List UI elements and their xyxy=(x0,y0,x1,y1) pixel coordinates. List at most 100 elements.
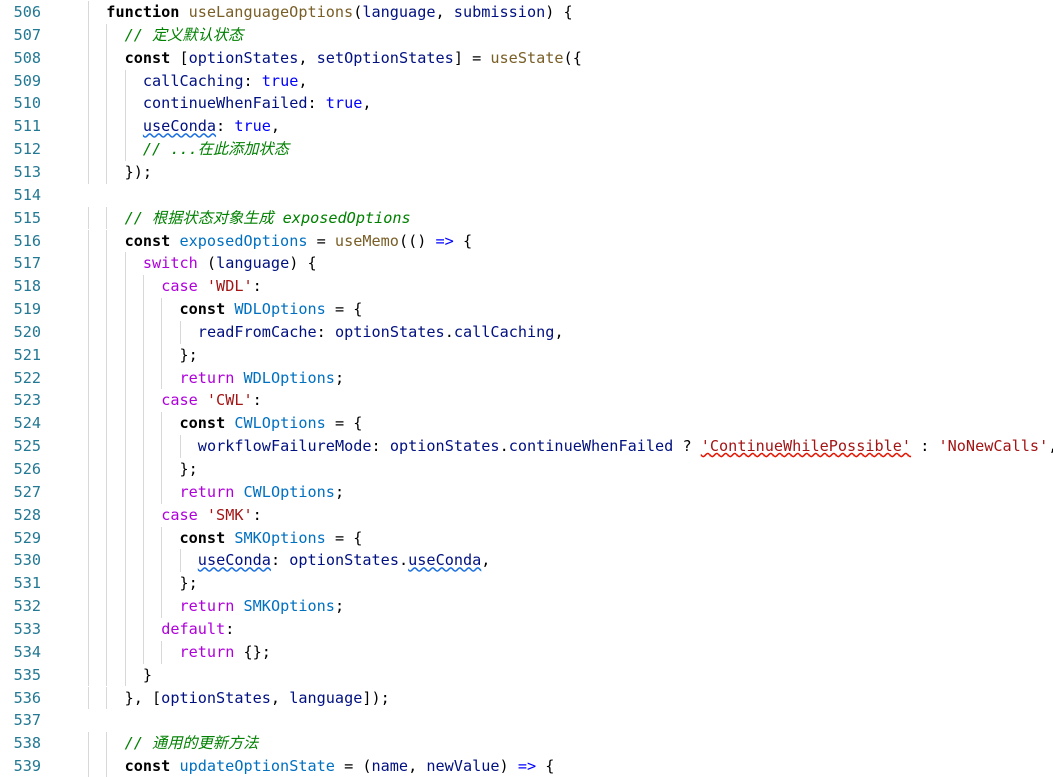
code-line[interactable]: function useLanguageOptions(language, su… xyxy=(106,1,572,24)
code-token: }; xyxy=(179,460,198,478)
code-token: SMKOptions xyxy=(234,528,326,547)
code-token: // ...在此添加状态 xyxy=(142,140,289,159)
code-token: => xyxy=(435,231,454,250)
code-line[interactable]: // 通用的更新方法 xyxy=(125,732,259,755)
code-line[interactable]: const [optionStates, setOptionStates] = … xyxy=(125,47,582,70)
indent-guide xyxy=(161,412,163,436)
code-token: optionStates xyxy=(334,322,445,341)
indent-guide xyxy=(88,572,89,596)
code-token: // 定义默认状态 xyxy=(124,25,244,44)
code-line[interactable]: }, [optionStates, language]); xyxy=(125,687,390,710)
code-token: ({ xyxy=(563,48,582,67)
code-token: SMKOptions xyxy=(243,597,335,616)
code-line[interactable]: return SMKOptions; xyxy=(180,595,345,618)
code-editor[interactable]: 506 507 508 509 510 511 512 513 514 515 516 517 518 5… xyxy=(0,0,1053,777)
indent-guide xyxy=(161,640,163,664)
line-number: 520 xyxy=(13,322,41,341)
code-line[interactable]: case 'SMK': xyxy=(161,504,262,527)
code-token: setOptionStates xyxy=(316,48,454,67)
code-line[interactable]: }; xyxy=(180,458,198,481)
code-line[interactable]: const CWLOptions = { xyxy=(180,412,363,435)
code-line[interactable]: }; xyxy=(180,572,198,595)
line-number: 532 xyxy=(13,597,41,616)
code-line[interactable]: // 根据状态对象生成 exposedOptions xyxy=(125,207,411,230)
indent-guide xyxy=(124,366,126,390)
indent-guide xyxy=(106,366,108,390)
code-token: optionStates xyxy=(389,437,500,456)
code-token: , xyxy=(435,3,454,21)
code-line[interactable]: const updateOptionState = (name, newValu… xyxy=(125,755,555,777)
code-token: ]); xyxy=(362,688,390,707)
code-token: ; xyxy=(334,482,345,501)
code-line[interactable]: case 'CWL': xyxy=(161,389,262,412)
indent-guide xyxy=(106,252,108,276)
indent-guide xyxy=(124,435,126,458)
indent-guide xyxy=(106,572,108,596)
code-area[interactable]: function useLanguageOptions(language, su… xyxy=(70,0,1053,777)
indent-guide xyxy=(161,343,163,367)
code-line[interactable]: return CWLOptions; xyxy=(180,481,345,504)
code-line[interactable]: switch (language) { xyxy=(143,252,317,275)
code-token: return xyxy=(179,482,244,501)
line-number: 539 xyxy=(13,757,41,776)
code-token: : xyxy=(252,391,262,410)
code-line[interactable]: return WDLOptions; xyxy=(180,367,345,390)
indent-guide xyxy=(142,389,144,413)
code-token: ) xyxy=(499,757,518,776)
code-token: { xyxy=(536,757,555,776)
code-token: useState xyxy=(490,48,564,67)
line-number: 514 xyxy=(13,185,41,204)
code-line[interactable]: // 定义默认状态 xyxy=(125,24,244,47)
code-line[interactable]: callCaching: true, xyxy=(143,70,308,93)
code-token: true xyxy=(325,94,363,113)
indent-guide xyxy=(161,435,163,458)
code-line[interactable]: }); xyxy=(125,161,152,184)
line-number: 511 xyxy=(13,117,41,136)
code-line[interactable]: default: xyxy=(161,618,234,641)
indent-guide xyxy=(124,480,126,504)
indent-guide xyxy=(106,412,108,436)
code-token: : xyxy=(243,71,262,90)
indent-guide xyxy=(161,572,163,596)
line-number: 507 xyxy=(13,25,41,44)
code-token: : xyxy=(270,551,290,570)
code-line[interactable]: }; xyxy=(180,344,198,367)
code-line[interactable]: continueWhenFailed: true, xyxy=(143,92,372,115)
code-line[interactable]: const WDLOptions = { xyxy=(180,298,363,321)
code-line[interactable]: return {}; xyxy=(180,641,271,664)
code-line[interactable]: const SMKOptions = { xyxy=(180,527,363,550)
code-line[interactable]: case 'WDL': xyxy=(161,275,262,298)
indent-guide xyxy=(88,92,89,116)
line-number: 525 xyxy=(13,437,41,456)
line-number: 522 xyxy=(13,368,41,387)
indent-guide xyxy=(161,480,163,504)
indent-guide xyxy=(142,595,144,618)
indent-guide xyxy=(88,366,89,390)
code-token: optionStates xyxy=(188,48,299,67)
code-token: callCaching xyxy=(142,71,244,90)
code-line[interactable]: useConda: true, xyxy=(143,115,280,138)
code-token: return xyxy=(179,368,244,387)
indent-guide xyxy=(106,686,108,710)
code-line[interactable]: readFromCache: optionStates.callCaching, xyxy=(198,321,564,344)
line-number: 526 xyxy=(13,460,41,478)
indent-guide xyxy=(124,298,126,321)
indent-guide xyxy=(88,732,89,756)
code-token: case xyxy=(161,505,207,524)
code-token: true xyxy=(234,117,271,136)
code-line[interactable]: } xyxy=(143,664,152,687)
code-line[interactable]: workflowFailureMode: optionStates.contin… xyxy=(198,435,1053,458)
indent-guide xyxy=(142,480,144,504)
indent-guide xyxy=(106,732,108,756)
code-line[interactable]: // ...在此添加状态 xyxy=(143,138,289,161)
indent-guide xyxy=(124,549,126,573)
code-line[interactable]: useConda: optionStates.useConda, xyxy=(198,549,491,572)
code-token: const xyxy=(179,414,235,433)
code-token: : xyxy=(252,277,262,296)
line-number: 518 xyxy=(13,277,41,296)
code-line[interactable]: const exposedOptions = useMemo(() => { xyxy=(125,230,473,253)
code-token: return xyxy=(179,642,244,661)
code-token: switch xyxy=(142,254,198,273)
code-token: WDLOptions xyxy=(243,368,335,387)
indent-guide xyxy=(142,572,144,596)
